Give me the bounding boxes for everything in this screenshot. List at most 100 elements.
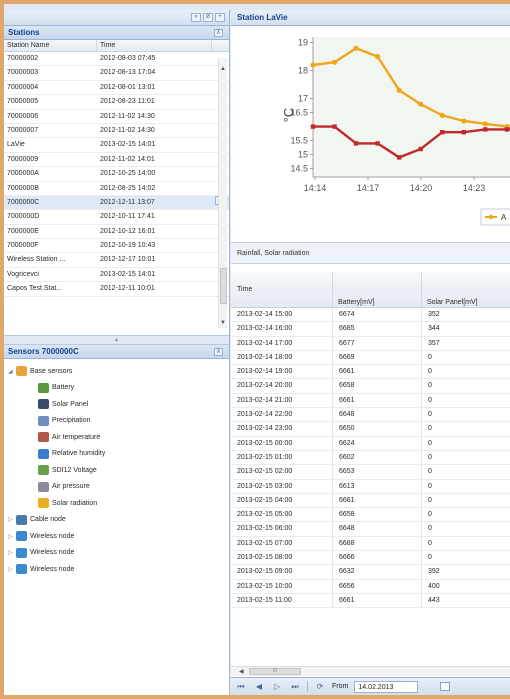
table-row[interactable]: 2013-02-14 15:00 6674 352 xyxy=(231,308,510,323)
tree-node[interactable]: ▷ Wireless node xyxy=(8,561,229,578)
from-label: From xyxy=(332,683,349,690)
table-row[interactable]: 2013-02-14 16:00 6685 344 xyxy=(231,322,510,337)
column-header-solar-panel[interactable]: Solar Panel[mV] xyxy=(427,299,478,306)
add-button[interactable]: + xyxy=(215,13,225,22)
y-tick-label: 19 xyxy=(298,38,308,48)
table-row[interactable]: 2013-02-15 11:00 6661 443 xyxy=(231,593,510,609)
from-date-input[interactable]: 14.02.2013 xyxy=(354,680,419,693)
solar-panel-cell: 357 xyxy=(421,336,510,350)
rainfall-section-header[interactable]: Rainfall, Solar radiation xyxy=(231,242,510,264)
station-row[interactable]: 70000005 2012-08-23 11:01 xyxy=(4,95,229,110)
settings-button[interactable]: ⊘ xyxy=(203,13,213,22)
station-row[interactable]: 7000000B 2012-08-25 14:02 xyxy=(4,182,229,196)
expand-toggle-icon[interactable]: ▷ xyxy=(8,566,16,573)
table-row[interactable]: 2013-02-15 10:00 6656 400 xyxy=(231,579,510,594)
sensor-node[interactable]: Precipitation xyxy=(8,413,229,430)
table-row[interactable]: 2013-02-15 05:00 6658 0 xyxy=(231,508,510,523)
table-row[interactable]: 2013-02-14 17:00 6677 357 xyxy=(231,336,510,351)
station-row[interactable]: 70000007 2012-11-02 14:30 xyxy=(4,124,229,139)
tree-node[interactable]: ◢ Base sensors xyxy=(8,363,229,380)
time-cell: 2013-02-14 23:00 xyxy=(237,425,293,433)
station-row[interactable]: 7000000A 2012-10-25 14:00 xyxy=(4,167,229,182)
station-row[interactable]: Capos Test Stat... 2012-12-11 10:01 xyxy=(4,282,229,297)
refresh-icon[interactable]: ⟳ xyxy=(314,682,326,691)
stations-collapse-button[interactable]: ⊼ xyxy=(214,29,223,37)
sensor-node[interactable]: SDI12 Voltage xyxy=(8,462,229,479)
station-row[interactable]: Vogricevci 2013-02-15 14:01 xyxy=(4,268,229,283)
next-page-icon[interactable]: ▷ xyxy=(271,682,283,691)
sensor-node[interactable]: Relative humidity xyxy=(8,446,229,463)
station-row[interactable]: LaVie 2013-02-15 14:01 xyxy=(4,138,229,153)
x-tick-label: 14:17 xyxy=(357,183,380,193)
station-time-cell: 2012-10-25 14:00 xyxy=(100,170,156,178)
solar-panel-cell: 352 xyxy=(421,308,510,322)
tree-node[interactable]: ▷ Wireless node xyxy=(8,528,229,545)
data-grid-hscrollbar[interactable]: ◀ III xyxy=(231,666,510,676)
sensor-node[interactable]: Solar radiation xyxy=(8,495,229,512)
sensor-node[interactable]: Battery xyxy=(8,380,229,397)
table-row[interactable]: 2013-02-15 07:00 6688 0 xyxy=(231,536,510,552)
column-header-battery[interactable]: Battery[mV] xyxy=(338,299,375,306)
table-row[interactable]: 2013-02-15 04:00 6661 0 xyxy=(231,493,510,509)
calendar-icon[interactable] xyxy=(440,682,451,691)
table-row[interactable]: 2013-02-14 22:00 6648 0 xyxy=(231,408,510,423)
table-row[interactable]: 2013-02-15 03:00 6613 0 xyxy=(231,479,510,494)
table-row[interactable]: 2013-02-15 02:00 6653 0 xyxy=(231,465,510,480)
column-header-time[interactable]: Time xyxy=(237,286,252,293)
station-row[interactable]: 7000000C2012-12-11 13:07⌄ xyxy=(4,195,229,211)
scroll-left-arrow-icon[interactable]: ◀ xyxy=(239,668,244,675)
table-row[interactable]: 2013-02-15 01:00 6602 0 xyxy=(231,450,510,466)
scroll-up-arrow-icon[interactable]: ▲ xyxy=(220,66,226,72)
station-row[interactable]: 7000000D 2012-10-11 17:41 xyxy=(4,210,229,225)
scroll-down-arrow-icon[interactable]: ▼ xyxy=(220,320,226,326)
tree-node[interactable]: ▷ Wireless node xyxy=(8,545,229,562)
expand-toggle-icon[interactable]: ▷ xyxy=(8,549,16,556)
station-row[interactable]: 70000009 2012-11-02 14:01 xyxy=(4,153,229,168)
table-row[interactable]: 2013-02-14 23:00 6650 0 xyxy=(231,422,510,437)
station-row[interactable]: 7000000E 2012-10-12 16:01 xyxy=(4,225,229,240)
previous-page-icon[interactable]: ◀ xyxy=(253,682,265,691)
time-cell: 2013-02-14 21:00 xyxy=(237,396,293,404)
station-row[interactable]: 70000004 2012-08-01 13:01 xyxy=(4,81,229,96)
panel-splitter[interactable]: ▲ xyxy=(4,335,229,345)
toolbar-separator xyxy=(307,681,308,692)
rainfall-section-title: Rainfall, Solar radiation xyxy=(237,250,310,257)
scrollbar-thumb[interactable] xyxy=(220,268,227,304)
station-time-cell: 2012-12-11 10:01 xyxy=(100,285,155,293)
station-name-cell: 7000000D xyxy=(7,213,40,221)
sensor-node[interactable]: Air temperature xyxy=(8,429,229,446)
stations-title: Stations xyxy=(8,28,40,37)
collapse-left-button[interactable]: « xyxy=(191,13,201,22)
station-name-cell: Wireless Station ... xyxy=(7,256,66,264)
column-header-station-name[interactable]: Station Name xyxy=(4,40,97,51)
expand-toggle-icon[interactable]: ◢ xyxy=(8,368,16,375)
battery-cell: 6648 xyxy=(332,522,421,536)
hscroll-thumb[interactable]: III xyxy=(249,668,301,675)
column-header-time[interactable]: Time xyxy=(97,40,212,51)
table-row[interactable]: 2013-02-15 00:00 6624 0 xyxy=(231,436,510,451)
table-row[interactable]: 2013-02-14 21:00 6661 0 xyxy=(231,393,510,409)
humidity-icon xyxy=(38,448,49,459)
table-row[interactable]: 2013-02-14 18:00 6669 0 xyxy=(231,350,510,366)
sensors-collapse-button[interactable]: ⊼ xyxy=(214,348,223,356)
station-row[interactable]: 70000006 2012-11-02 14:30 xyxy=(4,110,229,124)
table-row[interactable]: 2013-02-15 08:00 6666 0 xyxy=(231,551,510,566)
first-page-icon[interactable]: ⏮ xyxy=(235,682,247,692)
table-row[interactable]: 2013-02-14 20:00 6658 0 xyxy=(231,379,510,394)
sensor-node[interactable]: Air pressure xyxy=(8,479,229,496)
time-cell: 2013-02-14 22:00 xyxy=(237,411,293,419)
expand-toggle-icon[interactable]: ▷ xyxy=(8,516,16,523)
last-page-icon[interactable]: ⏭ xyxy=(289,682,301,692)
tree-node[interactable]: ▷ Cable node xyxy=(8,512,229,529)
sensor-node[interactable]: Solar Panel xyxy=(8,396,229,413)
table-row[interactable]: 2013-02-15 09:00 6632 392 xyxy=(231,565,510,580)
table-row[interactable]: 2013-02-15 06:00 6648 0 xyxy=(231,522,510,537)
battery-cell: 6656 xyxy=(332,579,421,593)
station-row[interactable]: 7000000F 2012-10-19 10:43 xyxy=(4,239,229,254)
table-row[interactable]: 2013-02-14 19:00 6661 0 xyxy=(231,365,510,380)
stations-scrollbar[interactable]: ▲ ▼ xyxy=(218,58,227,328)
station-row[interactable]: 70000002 2012-08-03 07:45 xyxy=(4,52,229,67)
station-row[interactable]: Wireless Station ... 2012-12-17 10:01 xyxy=(4,253,229,268)
expand-toggle-icon[interactable]: ▷ xyxy=(8,533,16,540)
station-row[interactable]: 70000003 2012-08-13 17:04 xyxy=(4,66,229,81)
